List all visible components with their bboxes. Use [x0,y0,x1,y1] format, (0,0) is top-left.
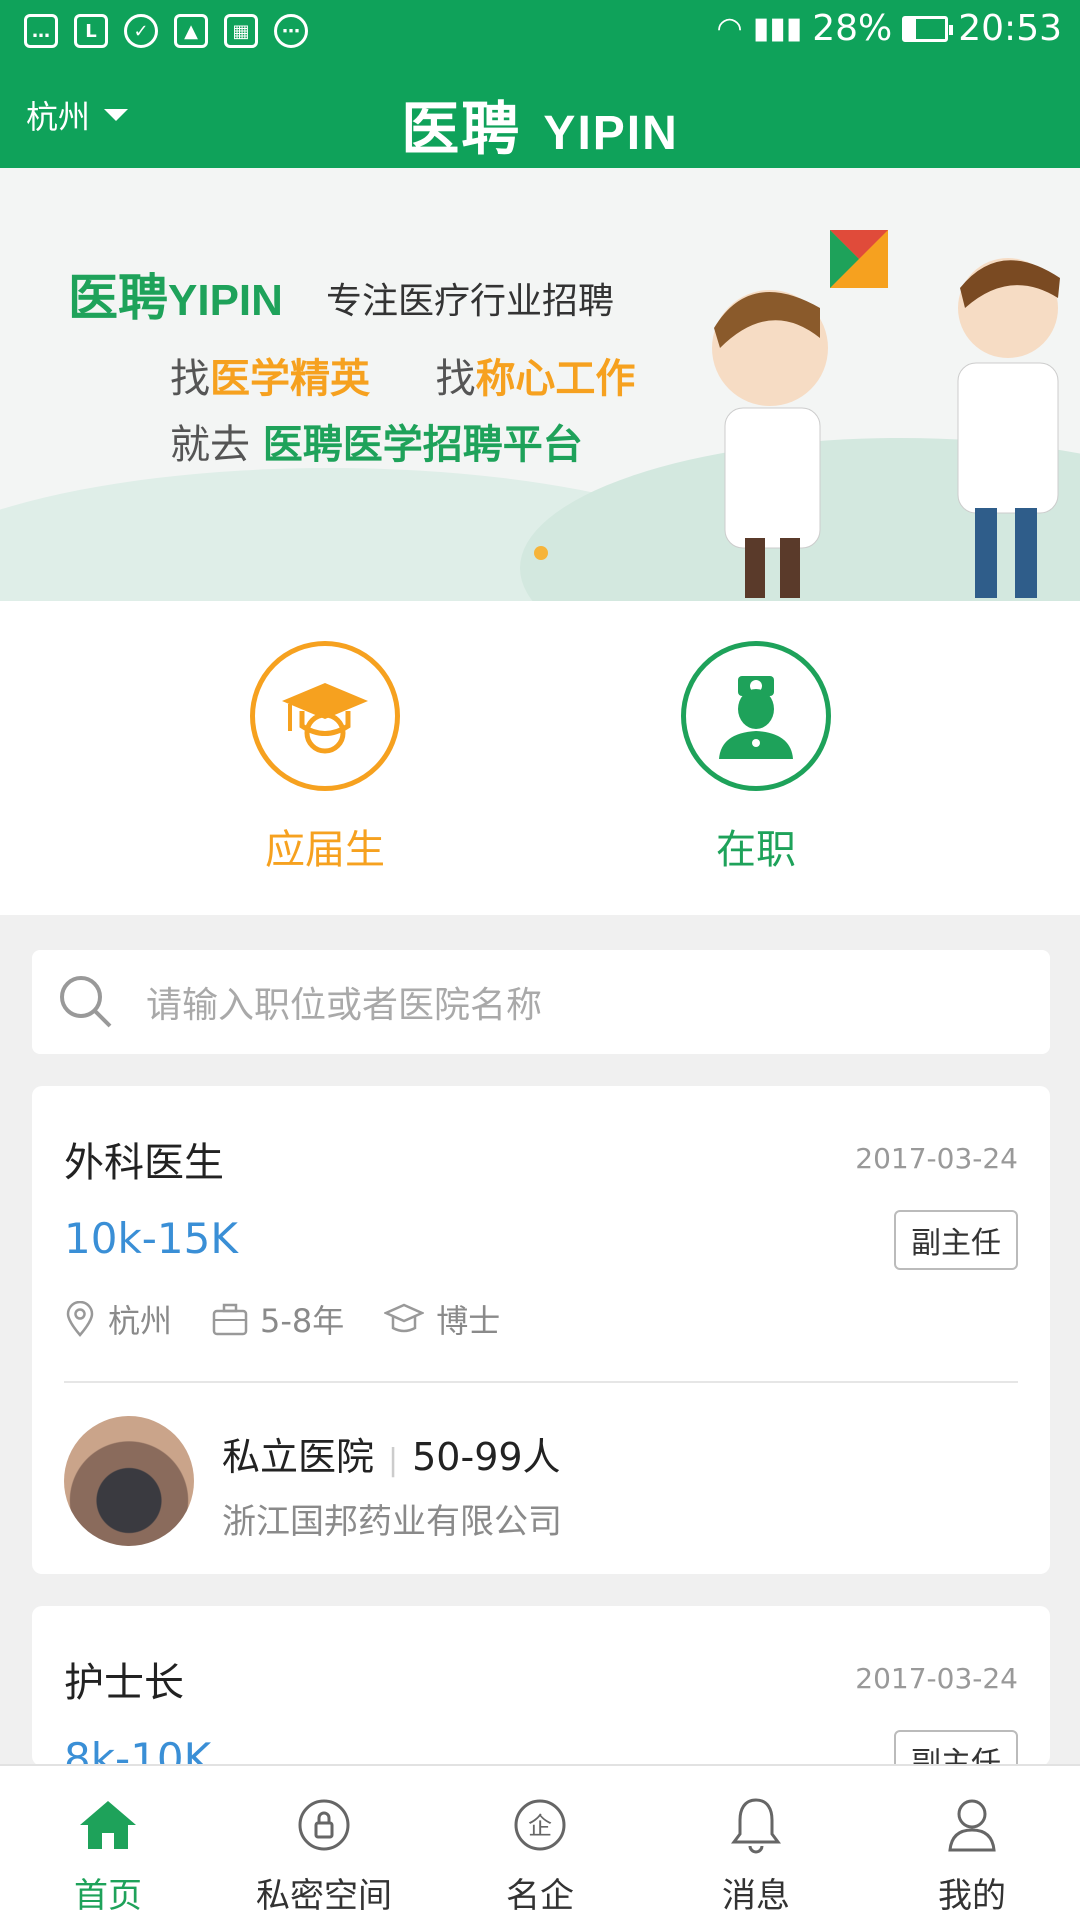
clock: 20:53 [958,8,1062,49]
search-input[interactable]: 请输入职位或者医院名称 [146,976,542,1028]
nav-home[interactable]: 首页 [0,1766,216,1922]
company-name: 浙江国邦药业有限公司 [222,1502,562,1542]
nav-private-space[interactable]: 私密空间 [216,1766,432,1922]
battery-percent: 28% [812,8,893,49]
bottom-nav: 首页 私密空间 企 名企 消息 我的 [0,1764,1080,1922]
message-icon: … [24,14,58,48]
timer-icon: ✓ [124,14,158,48]
category-graduate[interactable]: 应届生 [215,641,435,875]
battery-icon [902,15,954,42]
graduate-cap-icon [250,641,400,791]
home-icon [0,1790,216,1860]
signal-icon: ▮▮▮ [752,11,803,46]
lock-icon [216,1790,432,1860]
wifi-icon: ◠ [716,11,743,46]
banner-line-1: 找医学精英 找称心工作 [170,356,636,402]
banner-slogan: 专注医疗行业招聘 [326,281,615,322]
category-employed[interactable]: 在职 [646,641,866,875]
bell-icon [648,1790,864,1860]
profile-icon [864,1790,1080,1860]
company-avatar [64,1416,194,1546]
promo-banner[interactable]: 医聘YIPIN 专注医疗行业招聘 找医学精英 找称心工作 就去 医聘医学招聘平台 [0,168,1080,601]
job-salary: 8k-10K [64,1734,212,1766]
job-meta: 杭州 5-8年 博士 [64,1296,540,1342]
job-date: 2017-03-24 [855,1142,1018,1175]
app-logo: 医聘 YIPIN [401,95,679,163]
search-bar[interactable]: 请输入职位或者医院名称 [32,950,1050,1054]
banner-logo: 医聘YIPIN [68,269,283,327]
nav-messages[interactable]: 消息 [648,1766,864,1922]
job-card[interactable]: 外科医生 2017-03-24 10k-15K 副主任 杭州 5-8年 博士 私… [32,1086,1050,1574]
status-bar: … L ✓ ▲ ▦ ⋯ ◠ ▮▮▮ 28% 20:53 [0,0,1080,64]
location-icon [66,1301,94,1337]
nav-profile[interactable]: 我的 [864,1766,1080,1922]
carousel-indicator[interactable] [534,546,548,560]
job-title: 外科医生 [64,1140,224,1186]
job-title: 护士长 [64,1660,184,1706]
enterprise-icon: 企 [432,1790,648,1860]
job-salary: 10k-15K [64,1214,238,1263]
job-level-tag: 副主任 [894,1210,1018,1270]
svg-text:企: 企 [528,1812,552,1840]
grid-icon: ▦ [224,14,258,48]
app-l-icon: L [74,14,108,48]
job-card[interactable]: 护士长 2017-03-24 8k-10K 副主任 [32,1606,1050,1766]
card-divider [64,1381,1018,1383]
doctor-icon [681,641,831,791]
gallery-icon: ▲ [174,14,208,48]
notification-icons: … L ✓ ▲ ▦ ⋯ [24,14,308,48]
hospital-info: 私立医院 | 50-99人 [222,1435,561,1479]
doctors-illustration [712,230,1060,598]
education-cap-icon [384,1303,425,1333]
app-header: 杭州 医聘 YIPIN [0,64,1080,168]
search-icon [56,972,116,1032]
nav-enterprises[interactable]: 企 名企 [432,1766,648,1922]
category-section: 应届生 在职 [0,601,1080,915]
briefcase-icon [212,1303,248,1336]
job-date: 2017-03-24 [855,1662,1018,1695]
job-level-tag: 副主任 [894,1730,1018,1766]
more-icon: ⋯ [274,14,308,48]
banner-line-2: 就去 医聘医学招聘平台 [170,422,583,468]
